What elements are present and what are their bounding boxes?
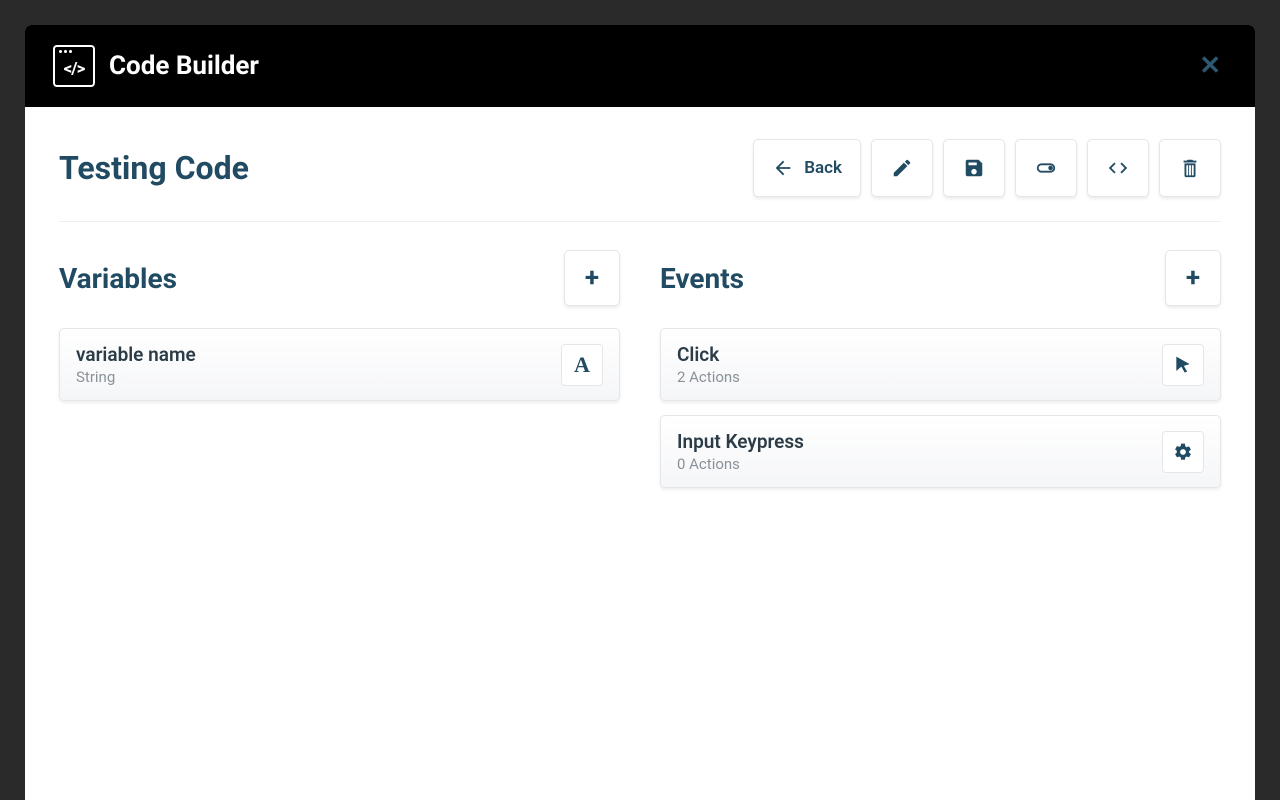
header-left: </> Code Builder — [53, 45, 259, 87]
arrow-left-icon — [772, 157, 794, 179]
toolbar: Back — [753, 139, 1221, 197]
modal-body: Testing Code Back — [25, 107, 1255, 800]
cursor-icon — [1162, 344, 1204, 386]
events-heading: Events — [660, 262, 744, 295]
event-action-count: 0 Actions — [677, 455, 804, 473]
variables-header: Variables + — [59, 250, 620, 306]
variable-type: String — [76, 368, 196, 386]
code-builder-modal: </> Code Builder ✕ Testing Code Back — [25, 25, 1255, 800]
page-title: Testing Code — [59, 149, 249, 187]
variable-card[interactable]: variable name String A — [59, 328, 620, 401]
code-icon — [1107, 157, 1129, 179]
event-card-texts: Click 2 Actions — [677, 343, 740, 386]
plus-icon: + — [585, 263, 599, 293]
event-action-count: 2 Actions — [677, 368, 740, 386]
back-button-label: Back — [804, 158, 842, 178]
event-card[interactable]: Input Keypress 0 Actions — [660, 415, 1221, 488]
save-button[interactable] — [943, 139, 1005, 197]
event-card-texts: Input Keypress 0 Actions — [677, 430, 804, 473]
trash-icon — [1179, 157, 1201, 179]
save-icon — [963, 157, 985, 179]
events-column: Events + Click 2 Actions — [660, 250, 1221, 502]
delete-button[interactable] — [1159, 139, 1221, 197]
add-event-button[interactable]: + — [1165, 250, 1221, 306]
variables-column: Variables + variable name String A — [59, 250, 620, 502]
variable-card-texts: variable name String — [76, 343, 196, 386]
app-title: Code Builder — [109, 51, 259, 81]
gear-icon — [1162, 431, 1204, 473]
add-variable-button[interactable]: + — [564, 250, 620, 306]
variables-heading: Variables — [59, 262, 177, 295]
columns: Variables + variable name String A Event… — [59, 250, 1221, 502]
event-name: Click — [677, 343, 740, 366]
toggle-icon — [1035, 157, 1057, 179]
code-view-button[interactable] — [1087, 139, 1149, 197]
app-logo-icon: </> — [53, 45, 95, 87]
edit-button[interactable] — [871, 139, 933, 197]
page-top: Testing Code Back — [59, 139, 1221, 197]
variable-name: variable name — [76, 343, 196, 366]
toggle-button[interactable] — [1015, 139, 1077, 197]
close-icon[interactable]: ✕ — [1193, 51, 1227, 81]
back-button[interactable]: Back — [753, 139, 861, 197]
events-header: Events + — [660, 250, 1221, 306]
modal-header: </> Code Builder ✕ — [25, 25, 1255, 107]
plus-icon: + — [1186, 263, 1200, 293]
divider — [59, 221, 1221, 222]
event-card[interactable]: Click 2 Actions — [660, 328, 1221, 401]
edit-icon — [891, 157, 913, 179]
string-type-icon: A — [561, 344, 603, 386]
event-name: Input Keypress — [677, 430, 804, 453]
